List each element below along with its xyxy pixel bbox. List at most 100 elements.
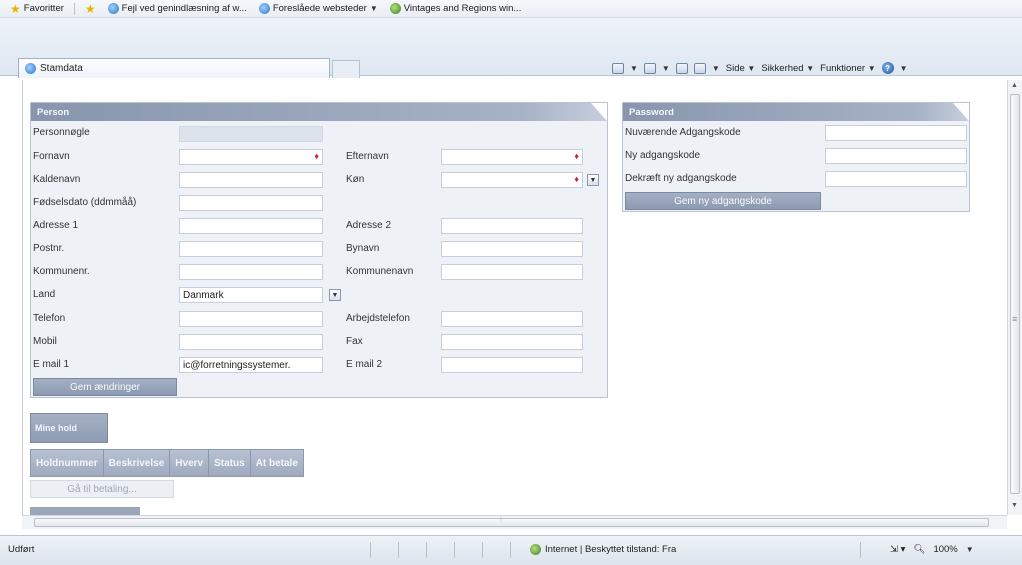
status-divider: [370, 542, 371, 558]
kommunenavn-field[interactable]: [441, 264, 583, 280]
favorite-link-1[interactable]: Fejl ved genindlæsning af w...: [104, 3, 251, 14]
chevron-down-icon[interactable]: ▼: [662, 64, 670, 73]
print-icon[interactable]: [693, 62, 706, 74]
zoom-icon: 🔍︎: [913, 544, 926, 555]
security-zone[interactable]: Internet | Beskyttet tilstand: Fra: [530, 544, 676, 555]
page-menu-label: Side: [725, 62, 745, 74]
safety-menu[interactable]: Sikkerhed ▼: [761, 63, 814, 74]
email1-label: E mail 1: [33, 359, 70, 370]
status-divider: [426, 542, 427, 558]
ie-icon: [258, 3, 270, 14]
tools-menu[interactable]: Funktioner ▼: [820, 63, 875, 74]
required-icon: ♦: [574, 174, 579, 184]
adresse1-label: Adresse 1: [33, 220, 79, 231]
help-icon[interactable]: ?: [881, 62, 894, 74]
horizontal-scroll-thumb[interactable]: [34, 518, 989, 527]
telefon-field[interactable]: [179, 311, 323, 327]
status-divider: [454, 542, 455, 558]
chevron-down-icon[interactable]: ▼: [966, 545, 974, 554]
chevron-down-icon: ▼: [589, 176, 597, 184]
kon-select[interactable]: ♦: [441, 172, 583, 188]
favorites-button[interactable]: ★ Favoritter: [6, 3, 68, 15]
kaldenavn-field[interactable]: [179, 172, 323, 188]
protected-mode-icon[interactable]: ⇲ ▾: [890, 544, 905, 555]
column-header-beskrivelse[interactable]: Beskrivelse: [104, 450, 171, 476]
confirm-password-input[interactable]: [825, 171, 967, 187]
mobil-field[interactable]: [179, 334, 323, 350]
efternavn-field[interactable]: ♦: [441, 149, 583, 165]
security-zone-text: Internet | Beskyttet tilstand: Fra: [545, 544, 677, 555]
grip-icon: ⦙: [500, 515, 502, 524]
mail-icon[interactable]: [675, 62, 688, 74]
fornavn-label: Fornavn: [33, 151, 70, 162]
chevron-down-icon: ▼: [331, 291, 339, 299]
scroll-up-icon[interactable]: ▲: [1011, 82, 1018, 89]
arbejdstelefon-field[interactable]: [441, 311, 583, 327]
fodselsdato-field[interactable]: [179, 195, 323, 211]
grip-icon: ≡: [1012, 314, 1018, 324]
vertical-scroll-thumb[interactable]: [1010, 94, 1020, 494]
tab-title: Stamdata: [40, 63, 83, 74]
holds-table-header: Holdnummer Beskrivelse Hverv Status At b…: [30, 449, 304, 477]
land-select[interactable]: Danmark: [179, 287, 323, 303]
new-tab-button[interactable]: [332, 60, 360, 78]
add-favorite-button[interactable]: ★: [81, 3, 100, 15]
email2-label: E mail 2: [346, 359, 383, 370]
adresse2-field[interactable]: [441, 218, 583, 234]
status-divider: [860, 542, 861, 558]
status-divider: [482, 542, 483, 558]
land-label: Land: [33, 289, 56, 300]
current-password-label: Nuværende Adgangskode: [625, 127, 741, 138]
fornavn-field[interactable]: ♦: [179, 149, 323, 165]
go-to-payment-button[interactable]: Gå til betaling...: [30, 480, 174, 498]
person-panel: Person Personnøgle Fornavn ♦ Efternavn ♦…: [30, 102, 608, 398]
kommunenr-field[interactable]: [179, 264, 323, 280]
zoom-control[interactable]: ⇲ ▾ 🔍︎ 100% ▼: [890, 544, 974, 555]
land-dropdown-button[interactable]: ▼: [329, 289, 341, 301]
tools-menu-label: Funktioner: [820, 62, 866, 74]
favorite-link-2[interactable]: Foreslåede websteder ▼: [255, 3, 382, 14]
section-stub: [30, 507, 140, 515]
kommunenr-label: Kommunenr.: [33, 266, 90, 277]
page-menu[interactable]: Side ▼: [726, 63, 756, 74]
scroll-down-icon[interactable]: ▼: [1011, 502, 1018, 509]
column-header-holdnummer[interactable]: Holdnummer: [31, 450, 104, 476]
favorite-link-label: Foreslåede websteder: [272, 3, 367, 14]
column-header-at-betale[interactable]: At betale: [251, 450, 303, 476]
horizontal-scrollbar[interactable]: ⦙: [22, 515, 1007, 529]
vertical-scrollbar[interactable]: ▲ ≡ ▼: [1007, 80, 1022, 515]
save-password-button[interactable]: Gem ny adgangskode: [625, 192, 821, 210]
chevron-down-icon[interactable]: ▼: [630, 64, 638, 73]
status-bar: Udført Internet | Beskyttet tilstand: Fr…: [0, 535, 1022, 565]
home-icon[interactable]: [612, 62, 624, 74]
new-password-input[interactable]: [825, 148, 967, 164]
kommunenavn-label: Kommunenavn: [346, 266, 414, 277]
bynavn-field[interactable]: [441, 241, 583, 257]
favorites-label: Favoritter: [23, 3, 64, 14]
confirm-password-label: Dekræft ny adgangskode: [625, 173, 737, 184]
column-header-status[interactable]: Status: [209, 450, 251, 476]
column-header-hverv[interactable]: Hverv: [170, 450, 210, 476]
status-divider: [510, 542, 511, 558]
fax-field[interactable]: [441, 334, 583, 350]
globe-icon: [389, 3, 401, 14]
feeds-icon[interactable]: [643, 62, 656, 74]
email1-field[interactable]: ic@forretningssystemer.: [179, 357, 323, 373]
kon-dropdown-button[interactable]: ▼: [587, 174, 599, 186]
email2-field[interactable]: [441, 357, 583, 373]
required-icon: ♦: [314, 151, 319, 161]
tab-stamdata[interactable]: Stamdata: [18, 58, 330, 78]
new-password-label: Ny adgangskode: [625, 150, 701, 161]
adresse1-field[interactable]: [179, 218, 323, 234]
required-icon: ♦: [574, 151, 579, 161]
chevron-down-icon[interactable]: ▼: [712, 64, 720, 73]
save-changes-button[interactable]: Gem ændringer: [33, 378, 177, 396]
current-password-input[interactable]: [825, 125, 967, 141]
arbejdstelefon-label: Arbejdstelefon: [346, 313, 410, 324]
chevron-down-icon[interactable]: ▼: [900, 64, 908, 73]
my-holds-header: Mine hold: [30, 413, 108, 443]
postnr-field[interactable]: [179, 241, 323, 257]
ie-icon: [25, 63, 36, 74]
favorite-link-3[interactable]: Vintages and Regions win...: [386, 3, 526, 14]
fodselsdato-label: Fødselsdato (ddmmåå): [33, 197, 137, 208]
